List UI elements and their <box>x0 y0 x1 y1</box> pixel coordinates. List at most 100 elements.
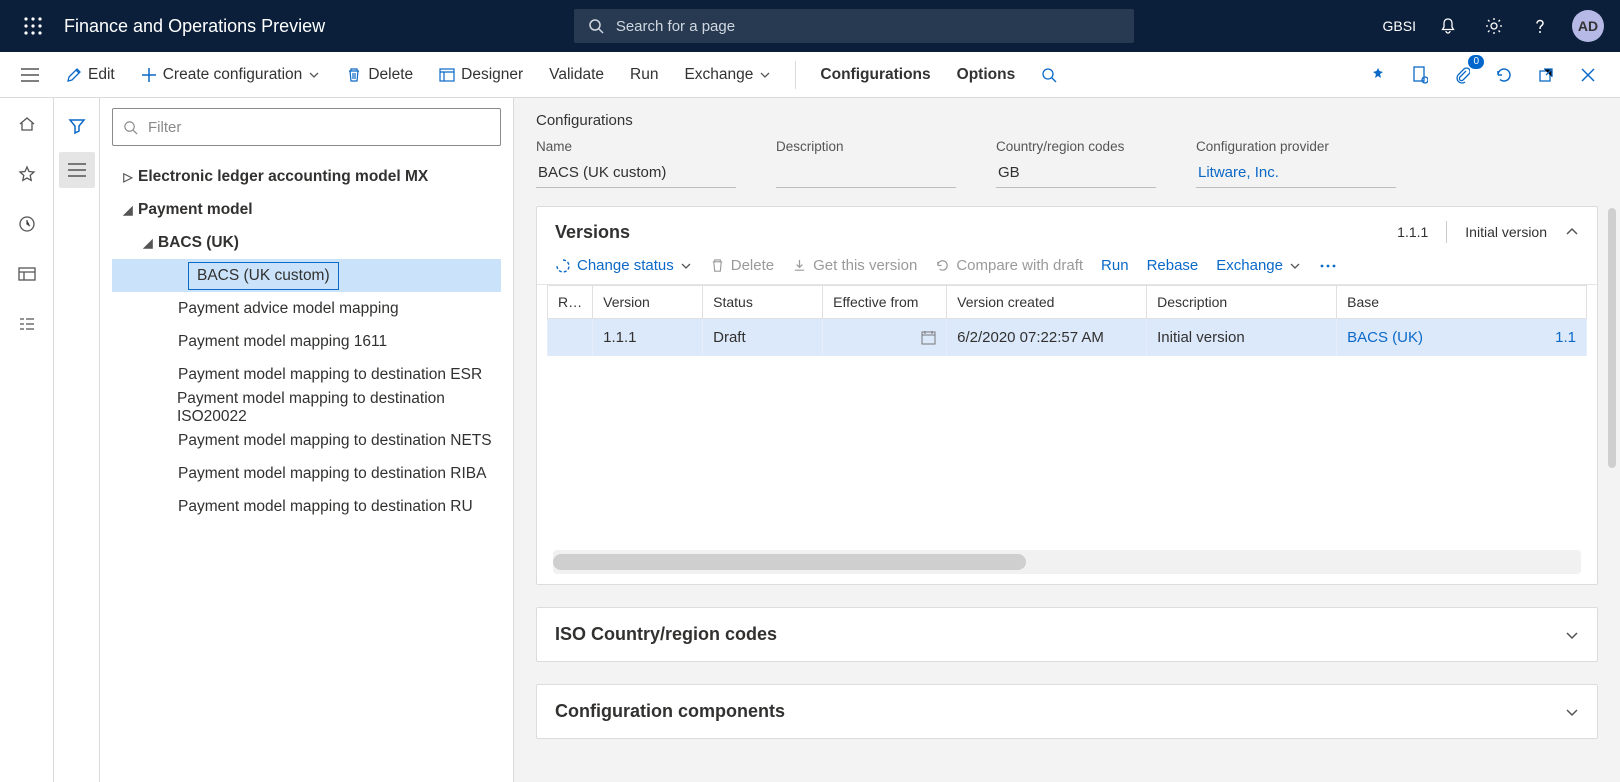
refresh-icon <box>935 258 950 273</box>
tree-item[interactable]: ▷Electronic ledger accounting model MX <box>112 160 501 193</box>
workspace-icon[interactable] <box>13 260 41 288</box>
versions-meta-version: 1.1.1 <box>1397 224 1428 240</box>
col-r[interactable]: R… <box>548 286 593 319</box>
cell-base-name[interactable]: BACS (UK) <box>1347 329 1423 346</box>
col-effective[interactable]: Effective from <box>823 286 947 319</box>
iso-country-label: ISO Country/region codes <box>555 624 777 645</box>
ellipsis-icon <box>1319 263 1337 269</box>
app-title: Finance and Operations Preview <box>64 16 325 37</box>
gear-icon[interactable] <box>1480 12 1508 40</box>
more-button[interactable] <box>1319 263 1337 269</box>
cell-description: Initial version <box>1147 319 1337 357</box>
popout-button[interactable] <box>1532 61 1560 89</box>
chevron-down-icon <box>1289 260 1301 272</box>
tree-item[interactable]: Payment model mapping to destination RIB… <box>112 457 501 490</box>
config-components-section[interactable]: Configuration components <box>536 684 1598 739</box>
vertical-scrollbar[interactable] <box>1608 208 1616 762</box>
options-label: Options <box>957 66 1016 84</box>
validate-button[interactable]: Validate <box>541 60 612 90</box>
cell-base-ver[interactable]: 1.1 <box>1555 329 1576 346</box>
bell-icon[interactable] <box>1434 12 1462 40</box>
home-icon[interactable] <box>13 110 41 138</box>
tree-item[interactable]: Payment model mapping to destination RU <box>112 490 501 523</box>
versions-run-button[interactable]: Run <box>1101 257 1129 274</box>
country-value[interactable]: GB <box>996 160 1156 188</box>
create-config-button[interactable]: Create configuration <box>133 60 329 90</box>
exchange-button[interactable]: Exchange <box>676 60 779 90</box>
configurations-tab[interactable]: Configurations <box>812 60 938 90</box>
tree-item[interactable]: Payment model mapping to destination ESR <box>112 358 501 391</box>
options-tab[interactable]: Options <box>949 60 1024 90</box>
edit-button[interactable]: Edit <box>58 60 123 90</box>
copilot-icon[interactable] <box>1364 61 1392 89</box>
global-search[interactable] <box>574 9 1134 43</box>
tree-item[interactable]: ◢Payment model <box>112 193 501 226</box>
search-icon <box>588 18 604 34</box>
calendar-icon[interactable] <box>921 330 936 345</box>
versions-meta-desc: Initial version <box>1465 224 1547 240</box>
table-row[interactable]: 1.1.1 Draft 6/2/2020 07:22:57 AM Initial… <box>548 319 1587 357</box>
pencil-icon <box>66 67 82 83</box>
description-value[interactable] <box>776 160 956 188</box>
funnel-icon[interactable] <box>59 108 95 144</box>
search-icon <box>1041 67 1057 83</box>
horizontal-scrollbar[interactable] <box>553 550 1581 574</box>
tree-item[interactable]: Payment model mapping to destination NET… <box>112 424 501 457</box>
recent-icon[interactable] <box>13 210 41 238</box>
provider-value[interactable]: Litware, Inc. <box>1196 160 1396 188</box>
list-lines-icon[interactable] <box>59 152 95 188</box>
versions-grid[interactable]: R… Version Status Effective from Version… <box>547 285 1587 574</box>
designer-button[interactable]: Designer <box>431 60 531 90</box>
close-button[interactable] <box>1574 61 1602 89</box>
caret-icon[interactable]: ▷ <box>118 170 138 184</box>
delete-button[interactable]: Delete <box>338 60 421 90</box>
iso-country-section[interactable]: ISO Country/region codes <box>536 607 1598 662</box>
tree-item[interactable]: BACS (UK custom) <box>112 259 501 292</box>
global-search-input[interactable] <box>614 17 1120 36</box>
page-options-icon[interactable] <box>1406 61 1434 89</box>
trash-icon <box>346 67 362 83</box>
chevron-up-icon[interactable] <box>1565 225 1579 239</box>
col-description[interactable]: Description <box>1147 286 1337 319</box>
tree-item[interactable]: Payment model mapping 1611 <box>112 325 501 358</box>
name-value[interactable]: BACS (UK custom) <box>536 160 736 188</box>
designer-icon <box>439 67 455 83</box>
modules-icon[interactable] <box>13 310 41 338</box>
tree-item-label: Payment model mapping 1611 <box>178 333 387 351</box>
change-status-button[interactable]: Change status <box>555 257 692 274</box>
download-icon <box>792 258 807 273</box>
config-tree: ▷Electronic ledger accounting model MX◢P… <box>112 160 501 523</box>
tree-item[interactable]: Payment model mapping to destination ISO… <box>112 391 501 424</box>
hamburger-button[interactable] <box>21 68 39 82</box>
versions-exchange-label: Exchange <box>1216 257 1283 274</box>
refresh-button[interactable] <box>1490 61 1518 89</box>
caret-icon[interactable]: ◢ <box>138 236 158 250</box>
versions-exchange-button[interactable]: Exchange <box>1216 257 1301 274</box>
attachments-button[interactable]: 0 <box>1448 61 1476 89</box>
col-base[interactable]: Base <box>1337 286 1587 319</box>
cell-effective[interactable] <box>823 319 947 357</box>
exchange-label: Exchange <box>684 66 753 84</box>
separator <box>795 61 796 89</box>
run-button[interactable]: Run <box>622 60 666 90</box>
rebase-button[interactable]: Rebase <box>1147 257 1199 274</box>
avatar[interactable]: AD <box>1572 10 1604 42</box>
left-rail <box>0 98 54 782</box>
cmdbar-search-button[interactable] <box>1033 61 1065 89</box>
col-created[interactable]: Version created <box>947 286 1147 319</box>
tree-item[interactable]: Payment advice model mapping <box>112 292 501 325</box>
tree-filter-input[interactable] <box>146 118 490 137</box>
search-icon <box>123 120 138 135</box>
star-icon[interactable] <box>13 160 41 188</box>
tree-item-label: Payment advice model mapping <box>178 300 399 318</box>
tree-filter[interactable] <box>112 108 501 146</box>
col-status[interactable]: Status <box>703 286 823 319</box>
help-icon[interactable] <box>1526 12 1554 40</box>
caret-icon[interactable]: ◢ <box>118 203 138 217</box>
col-version[interactable]: Version <box>593 286 703 319</box>
waffle-button[interactable] <box>10 3 56 49</box>
change-status-label: Change status <box>577 257 674 274</box>
tree-item[interactable]: ◢BACS (UK) <box>112 226 501 259</box>
page-breadcrumb: Configurations <box>536 112 1598 129</box>
company-picker[interactable]: GBSI <box>1383 18 1416 34</box>
